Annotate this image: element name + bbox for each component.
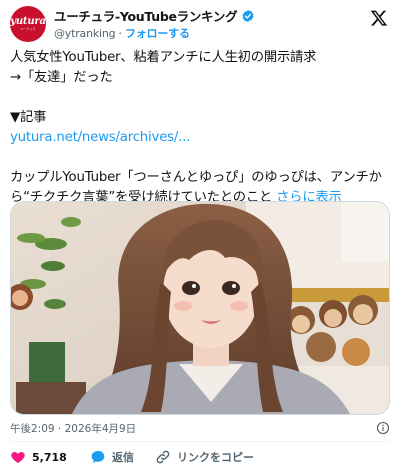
display-name[interactable]: ユーチュラ-YouTubeランキング: [54, 6, 238, 25]
tweet-media-image[interactable]: [10, 201, 390, 415]
tweet-meta: 午後2:09 · 2026年4月9日: [10, 421, 390, 435]
like-button[interactable]: 5,718: [10, 448, 67, 466]
follow-button[interactable]: フォローする: [125, 25, 190, 41]
photo-illustration: [11, 202, 389, 414]
link-icon: [156, 450, 170, 464]
name-row: ユーチュラ-YouTubeランキング: [54, 7, 255, 24]
avatar-logo-subtext: ユーチュラ: [20, 27, 36, 31]
tweet-text: 人気女性YouTuber、粘着アンチに人生初の開示請求 →「友達」だった ▼記事…: [10, 48, 390, 208]
separator-dot: ·: [118, 26, 122, 40]
avatar[interactable]: yutura ユーチュラ: [10, 6, 46, 42]
tweet-timestamp[interactable]: 午後2:09 · 2026年4月9日: [10, 421, 136, 436]
x-logo-icon[interactable]: [370, 9, 388, 27]
like-count: 5,718: [32, 450, 67, 464]
tweet-body: 人気女性YouTuber、粘着アンチに人生初の開示請求 →「友達」だった ▼記事: [10, 50, 317, 125]
avatar-logo-text: yutura: [10, 16, 46, 27]
tweet-header: yutura ユーチュラ ユーチュラ-YouTubeランキング @ytranki…: [10, 6, 390, 42]
divider: [10, 441, 390, 442]
article-link[interactable]: yutura.net/news/archives/...: [10, 130, 190, 145]
tweet-actions: 5,718 返信 リンクをコピー: [10, 448, 390, 466]
heart-icon: [11, 452, 25, 463]
handle-row: @ytranking · フォローする: [54, 25, 190, 41]
verified-badge-icon: [242, 9, 254, 22]
reply-label: 返信: [112, 451, 134, 464]
copy-link-label: リンクをコピー: [177, 451, 254, 464]
handle[interactable]: @ytranking: [54, 27, 116, 40]
reply-button[interactable]: 返信: [90, 448, 134, 466]
copy-link-button[interactable]: リンクをコピー: [155, 448, 254, 466]
info-icon[interactable]: [376, 421, 390, 435]
speech-bubble-icon: [91, 451, 105, 463]
